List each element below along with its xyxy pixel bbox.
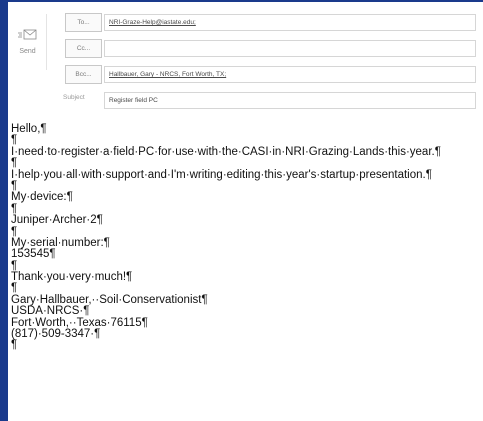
body-line: ¶ xyxy=(11,339,18,352)
subject-field[interactable]: Register field PC xyxy=(104,92,476,109)
body-line: Hello,¶ xyxy=(11,123,47,135)
body-line: Thank·you·very·much!¶ xyxy=(11,271,133,284)
cc-button[interactable]: Cc... xyxy=(65,39,102,58)
body-line: My·device:¶ xyxy=(11,191,73,204)
send-envelope-icon xyxy=(17,28,38,42)
message-body[interactable]: Hello,¶ ¶ I·need·to·register·a·field·PC·… xyxy=(8,112,483,421)
bcc-recipient: Hallbauer, Gary - NRCS, Fort Worth, TX; xyxy=(109,71,227,78)
body-line: Juniper·Archer·2¶ xyxy=(11,214,103,227)
send-button[interactable]: Send xyxy=(9,14,47,70)
body-line: I·need·to·register·a·field·PC·for·use·wi… xyxy=(11,145,441,158)
body-line: USDA·NRCS·¶ xyxy=(11,305,90,318)
subject-label: Subject xyxy=(63,94,85,101)
bcc-button[interactable]: Bcc... xyxy=(65,65,102,84)
to-button[interactable]: To... xyxy=(65,13,102,32)
send-label: Send xyxy=(19,48,36,55)
body-line: I·help·you·all·with·support·and·I'm·writ… xyxy=(11,168,432,181)
cc-field[interactable] xyxy=(104,40,476,57)
bcc-field[interactable]: Hallbauer, Gary - NRCS, Fort Worth, TX; xyxy=(104,66,476,83)
to-recipient: NRI-Graze-Help@iastate.edu; xyxy=(109,19,196,26)
to-field[interactable]: NRI-Graze-Help@iastate.edu; xyxy=(104,14,476,31)
body-line: ¶ xyxy=(11,179,18,192)
body-line: (817)·509-3347·¶ xyxy=(11,328,101,341)
body-line: ¶ xyxy=(11,157,18,170)
compose-header: Send To... NRI-Graze-Help@iastate.edu; C… xyxy=(8,2,483,112)
body-line: 153545¶ xyxy=(11,248,56,261)
email-compose-window: Send To... NRI-Graze-Help@iastate.edu; C… xyxy=(8,2,483,421)
body-line: My·serial·number:¶ xyxy=(11,236,110,249)
